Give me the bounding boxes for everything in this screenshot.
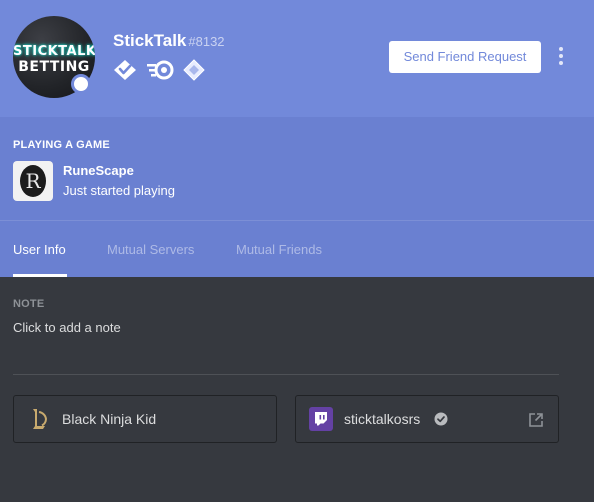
status-indicator (71, 74, 91, 94)
nitro-boost-icon[interactable] (183, 58, 205, 86)
external-link-icon[interactable] (528, 412, 544, 428)
avatar-text-line1: STICKTALK (13, 44, 95, 59)
avatar-text-line2: BETTING (18, 59, 90, 75)
tab-user-info[interactable]: User Info (13, 242, 66, 277)
game-name: RuneScape (63, 163, 134, 178)
tabs-divider (0, 220, 594, 221)
more-options-icon[interactable] (556, 47, 566, 67)
username-row: StickTalk #8132 (113, 31, 225, 53)
note-input[interactable]: Click to add a note (13, 320, 559, 340)
discriminator: #8132 (188, 34, 225, 49)
send-friend-request-button[interactable]: Send Friend Request (389, 41, 541, 73)
verified-icon (434, 412, 448, 426)
league-of-legends-icon (27, 407, 51, 431)
connection-twitch: sticktalkosrs (295, 395, 559, 443)
connection-league-of-legends: Black Ninja Kid (13, 395, 277, 443)
badge-list (113, 58, 214, 86)
game-icon-letter: R (20, 165, 46, 197)
activity-header: PLAYING A GAME (13, 139, 110, 151)
game-state: Just started playing (63, 183, 176, 198)
note-label: NOTE (13, 298, 45, 310)
runescape-icon: R (13, 161, 53, 201)
username: StickTalk (113, 31, 187, 50)
nitro-icon[interactable] (146, 60, 174, 85)
connection-name: sticktalkosrs (344, 411, 421, 427)
hypesquad-icon[interactable] (113, 59, 137, 86)
active-tab-indicator (13, 274, 67, 277)
connection-name: Black Ninja Kid (62, 411, 157, 427)
user-profile-modal: STICKTALK BETTING StickTalk #8132 Send F… (0, 0, 594, 502)
tab-mutual-servers[interactable]: Mutual Servers (107, 242, 194, 277)
tab-mutual-friends[interactable]: Mutual Friends (236, 242, 322, 277)
twitch-icon (309, 407, 333, 431)
section-divider (13, 374, 559, 375)
